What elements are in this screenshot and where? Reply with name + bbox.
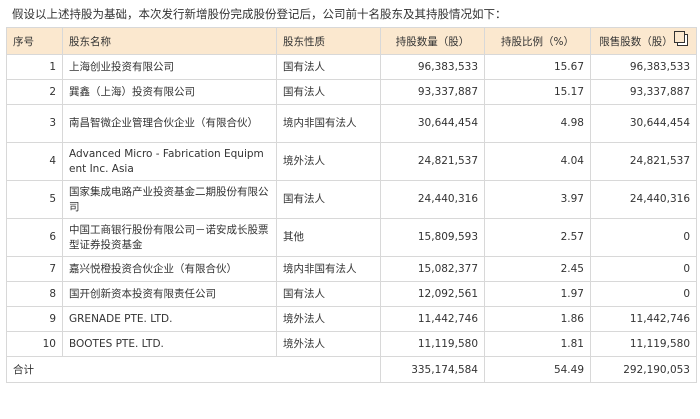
row-nature: 境外法人 [276, 306, 381, 332]
row-index: 6 [6, 218, 63, 257]
row-shares: 96,383,533 [380, 54, 485, 80]
row-index: 2 [6, 79, 63, 105]
row-index: 4 [6, 142, 63, 181]
col-header-ratio: 持股比例（%） [484, 27, 591, 55]
row-ratio: 2.57 [484, 218, 591, 257]
total-shares: 335,174,584 [380, 356, 485, 383]
total-ratio: 54.49 [484, 356, 591, 383]
row-nature: 境外法人 [276, 142, 381, 181]
row-ratio: 2.45 [484, 256, 591, 282]
col-header-name: 股东名称 [62, 27, 277, 55]
col-header-nature: 股东性质 [276, 27, 381, 55]
row-ratio: 4.98 [484, 104, 591, 143]
total-restricted: 292,190,053 [590, 356, 697, 383]
row-nature: 国有法人 [276, 180, 381, 219]
row-ratio: 3.97 [484, 180, 591, 219]
col-header-restricted: 限售股数（股） [590, 27, 697, 55]
row-shares: 30,644,454 [380, 104, 485, 143]
row-restricted: 96,383,533 [590, 54, 697, 80]
row-restricted: 11,442,746 [590, 306, 697, 332]
row-shares: 15,082,377 [380, 256, 485, 282]
row-ratio: 1.81 [484, 331, 591, 357]
row-nature: 国有法人 [276, 281, 381, 307]
row-restricted: 24,440,316 [590, 180, 697, 219]
row-shares: 15,809,593 [380, 218, 485, 257]
table-row: 6 中国工商银行股份有限公司－诺安成长股票型证券投资基金 其他 15,809,5… [6, 218, 697, 257]
row-shares: 93,337,887 [380, 79, 485, 105]
table-total-row: 合计 335,174,584 54.49 292,190,053 [6, 356, 697, 383]
row-index: 8 [6, 281, 63, 307]
row-shares: 11,119,580 [380, 331, 485, 357]
row-nature: 境内非国有法人 [276, 104, 381, 143]
row-name: 上海创业投资有限公司 [62, 54, 277, 80]
row-nature: 国有法人 [276, 54, 381, 80]
row-restricted: 93,337,887 [590, 79, 697, 105]
table-row: 2 巽鑫（上海）投资有限公司 国有法人 93,337,887 15.17 93,… [6, 79, 697, 105]
row-restricted: 11,119,580 [590, 331, 697, 357]
table-row: 5 国家集成电路产业投资基金二期股份有限公司 国有法人 24,440,316 3… [6, 180, 697, 219]
row-name: Advanced Micro - Fabrication Equipment I… [62, 142, 277, 181]
row-name: 嘉兴悦橙投资合伙企业（有限合伙） [62, 256, 277, 282]
table-header-row: 序号 股东名称 股东性质 持股数量（股） 持股比例（%） 限售股数（股） [6, 27, 697, 55]
col-header-index: 序号 [6, 27, 63, 55]
row-restricted: 0 [590, 218, 697, 257]
total-label: 合计 [6, 356, 381, 383]
table-row: 7 嘉兴悦橙投资合伙企业（有限合伙） 境内非国有法人 15,082,377 2.… [6, 256, 697, 282]
row-name: 中国工商银行股份有限公司－诺安成长股票型证券投资基金 [62, 218, 277, 257]
row-index: 1 [6, 54, 63, 80]
row-nature: 其他 [276, 218, 381, 257]
col-header-shares: 持股数量（股） [380, 27, 485, 55]
row-name: 巽鑫（上海）投资有限公司 [62, 79, 277, 105]
row-name: 南昌智微企业管理合伙企业（有限合伙） [62, 104, 277, 143]
table-row: 1 上海创业投资有限公司 国有法人 96,383,533 15.67 96,38… [6, 54, 697, 80]
table-row: 3 南昌智微企业管理合伙企业（有限合伙） 境内非国有法人 30,644,454 … [6, 104, 697, 143]
row-name: BOOTES PTE. LTD. [62, 331, 277, 357]
row-ratio: 15.67 [484, 54, 591, 80]
row-shares: 11,442,746 [380, 306, 485, 332]
row-index: 3 [6, 104, 63, 143]
row-restricted: 30,644,454 [590, 104, 697, 143]
table-row: 4 Advanced Micro - Fabrication Equipment… [6, 142, 697, 181]
row-ratio: 1.97 [484, 281, 591, 307]
row-nature: 境外法人 [276, 331, 381, 357]
table-row: 8 国开创新资本投资有限责任公司 国有法人 12,092,561 1.97 0 [6, 281, 697, 307]
table-row: 9 GRENADE PTE. LTD. 境外法人 11,442,746 1.86… [6, 306, 697, 332]
row-restricted: 0 [590, 281, 697, 307]
copy-icon[interactable] [673, 30, 688, 46]
table-row: 10 BOOTES PTE. LTD. 境外法人 11,119,580 1.81… [6, 331, 697, 357]
row-name: 国家集成电路产业投资基金二期股份有限公司 [62, 180, 277, 219]
intro-text: 假设以上述持股为基础，本次发行新增股份完成股份登记后，公司前十名股东及其持股情况… [12, 7, 507, 21]
row-shares: 12,092,561 [380, 281, 485, 307]
row-shares: 24,440,316 [380, 180, 485, 219]
row-ratio: 1.86 [484, 306, 591, 332]
row-index: 9 [6, 306, 63, 332]
shareholders-table: 序号 股东名称 股东性质 持股数量（股） 持股比例（%） 限售股数（股） 1 上… [6, 27, 697, 383]
row-restricted: 24,821,537 [590, 142, 697, 181]
row-nature: 境内非国有法人 [276, 256, 381, 282]
row-index: 7 [6, 256, 63, 282]
row-nature: 国有法人 [276, 79, 381, 105]
row-ratio: 4.04 [484, 142, 591, 181]
col-header-restricted-label: 限售股数（股） [599, 35, 673, 48]
row-index: 5 [6, 180, 63, 219]
row-index: 10 [6, 331, 63, 357]
row-name: GRENADE PTE. LTD. [62, 306, 277, 332]
row-restricted: 0 [590, 256, 697, 282]
row-ratio: 15.17 [484, 79, 591, 105]
row-name: 国开创新资本投资有限责任公司 [62, 281, 277, 307]
row-shares: 24,821,537 [380, 142, 485, 181]
